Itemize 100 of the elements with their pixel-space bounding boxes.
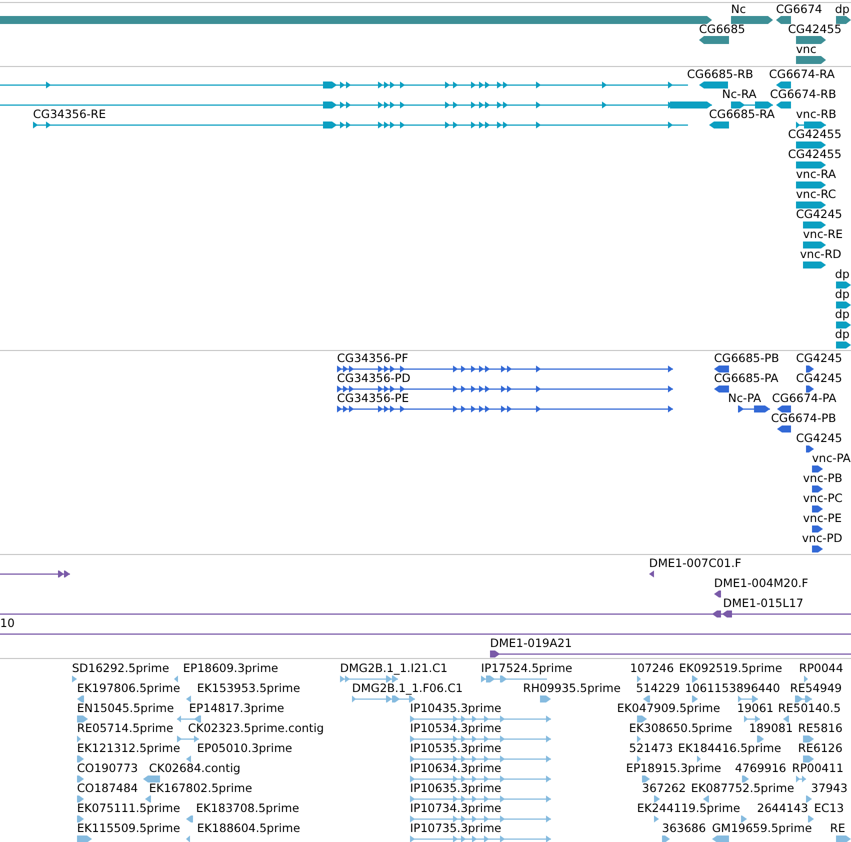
feature-label: RH09935.5prime	[523, 682, 621, 695]
feature-label: CG42455	[788, 128, 842, 141]
feature-label: IP10635.3prime	[410, 782, 502, 795]
feature-label: RE50140.5	[778, 702, 841, 715]
feature-label: CG6674-PA	[772, 392, 836, 405]
feature-label: SD16292.5prime	[72, 662, 170, 675]
feature-label: EK197806.5prime	[77, 682, 180, 695]
feature-label: EK075111.5prime	[77, 802, 180, 815]
feature-label: EK153953.5prime	[197, 682, 300, 695]
feature-label: RP0044	[799, 662, 844, 675]
feature-label: Nc-RA	[722, 88, 756, 101]
feature-label: dp	[835, 268, 850, 281]
feature-label: dp	[835, 288, 850, 301]
feature-label: DME1-019A21	[490, 637, 572, 650]
feature-label: dp	[835, 308, 850, 321]
feature-label: IP10535.3prime	[410, 742, 502, 755]
feature-label: CG34356-PF	[337, 352, 408, 365]
feature-label: DMG2B.1_1.F06.C1	[352, 682, 463, 695]
feature-label: DMG2B.1_1.I21.C1	[340, 662, 448, 675]
feature-label: CG6674-PB	[771, 412, 836, 425]
feature-label: CO190773	[77, 762, 138, 775]
feature-label: CG4245	[796, 372, 842, 385]
feature-label: CG4245	[796, 208, 842, 221]
feature-label: DME1-007C01.F	[649, 557, 742, 570]
feature-label: vnc-RC	[796, 188, 836, 201]
feature-label: EK167802.5prime	[149, 782, 252, 795]
feature-label: vnc-RE	[803, 228, 843, 241]
feature-label: EN15045.5prime	[77, 702, 174, 715]
feature-label: EK092519.5prime	[679, 662, 782, 675]
feature-label: CG6685-PA	[714, 372, 778, 385]
feature-label: EP05010.3prime	[197, 742, 292, 755]
feature-label: dp	[835, 328, 850, 341]
feature-label: RE54949	[790, 682, 842, 695]
feature-label: 521473	[629, 742, 673, 755]
feature-label: DME1-004M20.F	[714, 577, 808, 590]
feature-label: CG6685	[699, 23, 746, 36]
feature-label: CG6674	[776, 3, 822, 16]
feature-label: 2644143	[757, 802, 808, 815]
feature-label: EK308650.5prime	[629, 722, 732, 735]
feature-label: vnc-RB	[796, 108, 836, 121]
feature-label: EK183708.5prime	[196, 802, 300, 815]
feature-label: IP10634.3prime	[410, 762, 502, 775]
feature-label: 10	[0, 617, 15, 630]
feature-label: GM19659.5prime	[712, 822, 812, 835]
feature-label: 189081	[749, 722, 793, 735]
feature-label: RP00411	[792, 762, 844, 775]
feature-label: CG6674-RB	[770, 88, 836, 101]
feature-label: EP18609.3prime	[183, 662, 278, 675]
feature-label: CG42455	[788, 148, 842, 161]
feature-label: EK121312.5prime	[77, 742, 180, 755]
feature-label: IP17524.5prime	[481, 662, 572, 675]
feature-label: CG6685-PB	[714, 352, 780, 365]
feature-label: CG4245	[796, 352, 842, 365]
feature-label: CG6674-RA	[769, 68, 835, 81]
feature-label: vnc-PD	[802, 532, 842, 545]
feature-label: 19061	[737, 702, 774, 715]
feature-label: EK188604.5prime	[197, 822, 300, 835]
feature-label: 4769916	[735, 762, 786, 775]
feature-label: RE6126	[798, 742, 843, 755]
feature-label: vnc	[796, 43, 816, 56]
feature-label: EP14817.3prime	[189, 702, 284, 715]
feature-label: vnc-RA	[796, 168, 836, 181]
feature-label: vnc-PB	[803, 472, 842, 485]
feature-label: EP18915.3prime	[626, 762, 722, 775]
feature-label: vnc-RD	[800, 248, 842, 261]
feature-label: 367262	[642, 782, 686, 795]
feature-label: vnc-PA	[812, 452, 851, 465]
feature-label: EK115509.5prime	[77, 822, 180, 835]
feature-label: EC13	[814, 802, 844, 815]
feature-label: EK244119.5prime	[637, 802, 740, 815]
feature-label: 363686	[662, 822, 706, 835]
feature-label: vnc-PC	[803, 492, 843, 505]
feature-label: CK02684.contig	[149, 762, 240, 775]
feature-label: IP10735.3prime	[410, 822, 502, 835]
feature-label: Nc	[731, 3, 746, 16]
feature-label: CG34356-PD	[337, 372, 410, 385]
feature-label: CG6685-RB	[687, 68, 754, 81]
feature-label: CG6685-RA	[709, 108, 775, 121]
feature-label: 107246	[630, 662, 674, 675]
feature-label: CG34356-RE	[33, 108, 106, 121]
feature-label: DME1-015L17	[723, 597, 804, 610]
feature-label: CO187484	[77, 782, 138, 795]
feature-label: IP10435.3prime	[410, 702, 502, 715]
feature-label: 514229	[636, 682, 680, 695]
feature-label: IP10534.3prime	[410, 722, 502, 735]
feature-label: EK184416.5prime	[678, 742, 782, 755]
feature-label: 1061153896440	[685, 682, 780, 695]
feature-label: EK087752.5prime	[691, 782, 794, 795]
feature-label: CG42455	[788, 23, 842, 36]
feature-label: RE5816	[798, 722, 843, 735]
feature-label: dp	[835, 3, 850, 16]
feature-label: Nc-PA	[728, 392, 762, 405]
feature-label: CK02323.5prime.contig	[188, 722, 324, 735]
feature-label: CG34356-PE	[337, 392, 409, 405]
feature-label: EK047909.5prime	[617, 702, 720, 715]
feature-label: CG4245	[796, 432, 842, 445]
feature-label: RE	[830, 822, 846, 835]
feature-label: RE05714.5prime	[77, 722, 174, 735]
feature-label: 37943	[811, 782, 848, 795]
feature-label: IP10734.3prime	[410, 802, 502, 815]
